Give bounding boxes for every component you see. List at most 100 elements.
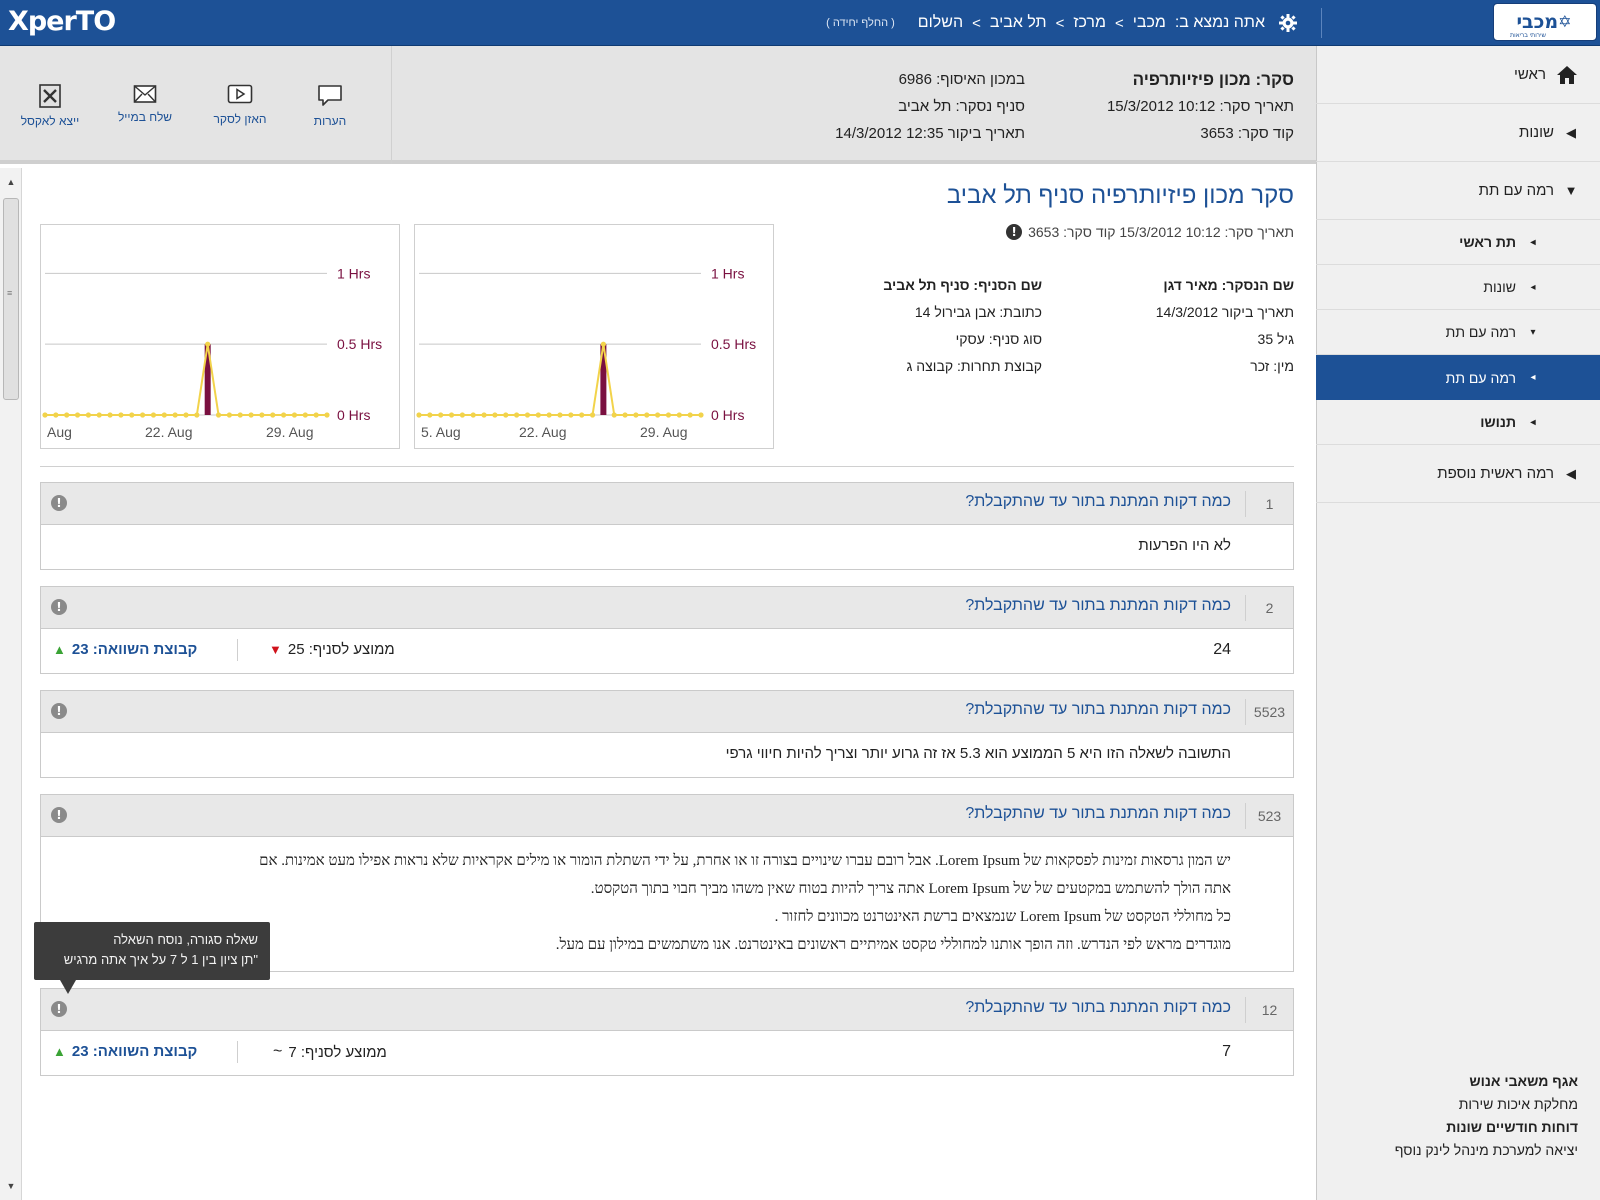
alert-icon[interactable]: ! <box>51 703 67 719</box>
data-point <box>438 412 444 418</box>
collection-point: במכון האיסוף: 6986 <box>898 71 1025 88</box>
tool-label: הערות <box>313 114 347 128</box>
sidebar-subitem-misc[interactable]: ◂ שונות <box>1316 265 1600 310</box>
scroll-up-arrow-icon[interactable]: ▲ <box>5 176 17 188</box>
data-point <box>481 412 487 418</box>
comparison-group[interactable]: קבוצת השוואה: 23 ▲ <box>53 641 197 658</box>
data-point <box>459 412 465 418</box>
sidebar-subitem-tenusho[interactable]: ◂ תנושו <box>1316 400 1600 445</box>
data-point <box>237 412 243 418</box>
sidebar-subitem-level-with-sub[interactable]: ▾ רמה עם תת <box>1316 310 1600 355</box>
question-answer: לא היו הפרעות <box>41 525 1293 569</box>
sidebar-item-additional-main[interactable]: ◀ רמה ראשית נוספת <box>1316 445 1600 503</box>
breadcrumb-prefix: אתה נמצא ב: <box>1174 14 1265 31</box>
main-content: סקר מכון פיזיותרפיה סניף תל אביב תאריך ס… <box>34 168 1294 1200</box>
info-icon[interactable]: ! <box>1006 224 1023 240</box>
series-line <box>419 344 701 416</box>
sidebar-item-label: רמה ראשית נוספת <box>1437 465 1554 482</box>
alert-icon[interactable]: ! <box>51 599 67 615</box>
data-point <box>291 412 298 418</box>
app-logo[interactable]: XperTO <box>8 5 116 39</box>
data-point <box>64 412 70 418</box>
alert-icon[interactable]: ! <box>51 495 67 511</box>
data-point <box>324 412 330 418</box>
export-excel-button[interactable]: ייצא לאקסל <box>5 84 95 128</box>
sidebar-item-label: שונות <box>1483 279 1516 295</box>
sidebar-footer: אגף משאבי אנוש מחלקת איכות שירות דוחות ח… <box>1338 1070 1578 1162</box>
question-number: 12 <box>1245 997 1293 1023</box>
question-card: 1 כמה דקות המתנת בתור עד שהתקבלת? ! לא ה… <box>40 482 1294 570</box>
data-point <box>259 412 265 418</box>
switch-unit-link[interactable]: ( החלף יחידה ) <box>826 17 895 29</box>
question-header[interactable]: 523 כמה דקות המתנת בתור עד שהתקבלת? ! <box>41 795 1293 837</box>
data-point <box>74 412 81 418</box>
brand-logo[interactable]: ✡ מכבי שירותי בריאות <box>1493 3 1597 41</box>
caret-left-icon: ◂ <box>1530 372 1536 383</box>
divider <box>40 466 1294 467</box>
data-point <box>53 412 59 418</box>
scroll-thumb[interactable]: ≡ <box>3 198 19 400</box>
sidebar-item-level-with-sub[interactable]: ▼ רמה עם תת <box>1316 162 1600 220</box>
breadcrumb-item[interactable]: תל אביב <box>990 14 1047 32</box>
sidebar-item-misc[interactable]: ◀ שונות <box>1316 104 1600 162</box>
alert-icon[interactable]: ! <box>51 1001 67 1017</box>
data-point <box>568 412 574 418</box>
breadcrumb-separator: > <box>1055 14 1065 32</box>
question-text[interactable]: כמה דקות המתנת בתור עד שהתקבלת? <box>965 805 1231 823</box>
surveyed-name: שם הנסקר: מאיר דגן <box>1163 277 1294 293</box>
data-point <box>665 412 672 418</box>
alert-icon[interactable]: ! <box>51 807 67 823</box>
chart-2: 0 Hrs 0.5 Hrs 1 Hrs 5. Aug 22. Aug 29. Aug <box>414 224 774 449</box>
sidebar-subitem-sub-main[interactable]: ◂ תת ראשי <box>1316 220 1600 265</box>
survey-subtitle-text: תאריך סקר: 10:12 15/3/2012 קוד סקר: 3653 <box>1028 224 1294 240</box>
answer-line: יש המון גרסאות זמינות לפסקאות של Lorem I… <box>259 853 1231 869</box>
data-point <box>524 412 531 418</box>
tooltip-line: "תן ציון בין 1 ל 7 על איך אתה מרגיש <box>63 952 258 967</box>
footer-link[interactable]: מחלקת איכות שירות <box>1338 1093 1578 1116</box>
breadcrumb-item[interactable]: מכבי <box>1133 14 1166 32</box>
question-header[interactable]: 5523 כמה דקות המתנת בתור עד שהתקבלת? ! <box>41 691 1293 733</box>
survey-subtitle: תאריך סקר: 10:12 15/3/2012 קוד סקר: 3653… <box>1006 224 1294 240</box>
data-point <box>535 412 541 418</box>
question-card: 12 כמה דקות המתנת בתור עד שהתקבלת? ! 7 מ… <box>40 988 1294 1076</box>
vertical-scrollbar[interactable]: ▲ ≡ ▼ <box>0 168 22 1200</box>
send-mail-button[interactable]: שלח במייל <box>100 84 190 124</box>
breadcrumb-item[interactable]: השלום <box>918 14 963 32</box>
question-number: 5523 <box>1245 699 1293 725</box>
answer-text: לא היו הפרעות <box>1138 537 1231 554</box>
question-header[interactable]: 12 כמה דקות המתנת בתור עד שהתקבלת? ! <box>41 989 1293 1031</box>
gear-icon[interactable] <box>1278 13 1298 33</box>
data-point <box>281 412 287 418</box>
question-number: 1 <box>1245 491 1293 517</box>
data-point <box>161 412 167 418</box>
sidebar: ראשי ◀ שונות ▼ רמה עם תת ◂ תת ראשי ◂ שונ… <box>1316 46 1600 1200</box>
sidebar-subitem-level-with-sub-active[interactable]: ◂ רמה עם תת <box>1316 355 1600 400</box>
question-text[interactable]: כמה דקות המתנת בתור עד שהתקבלת? <box>965 597 1231 615</box>
footer-link[interactable]: יציאה למערכת מינהל לינק נוסף <box>1338 1139 1578 1162</box>
data-point <box>129 412 135 418</box>
breadcrumb-item[interactable]: מרכז <box>1073 14 1106 32</box>
y-tick-label: 1 Hrs <box>711 265 744 281</box>
data-point <box>302 412 308 418</box>
footer-link[interactable]: דוחות חודשיים שונות <box>1338 1116 1578 1139</box>
comments-button[interactable]: הערות <box>285 84 375 128</box>
sidebar-item-home[interactable]: ראשי <box>1316 46 1600 104</box>
scroll-down-arrow-icon[interactable]: ▼ <box>5 1180 17 1192</box>
sidebar-item-label: רמה עם תת <box>1478 182 1554 199</box>
series-line <box>45 344 327 416</box>
question-text[interactable]: כמה דקות המתנת בתור עד שהתקבלת? <box>965 493 1231 511</box>
question-header[interactable]: 1 כמה דקות המתנת בתור עד שהתקבלת? ! <box>41 483 1293 525</box>
top-bar: XperTO אתה נמצא ב: מכבי > מרכז > תל אביב… <box>0 0 1600 46</box>
question-text[interactable]: כמה דקות המתנת בתור עד שהתקבלת? <box>965 701 1231 719</box>
question-header[interactable]: 2 כמה דקות המתנת בתור עד שהתקבלת? ! <box>41 587 1293 629</box>
top-divider <box>1321 8 1322 38</box>
header-meta-right: סקר: מכון פיזיותרפיה תאריך סקר: 10:12 15… <box>1107 66 1294 147</box>
data-point <box>248 412 254 418</box>
question-tooltip: שאלה סגורה, נוסח השאלה "תן ציון בין 1 ל … <box>34 922 270 994</box>
footer-link[interactable]: אגף משאבי אנוש <box>1338 1070 1578 1093</box>
data-point <box>622 412 628 418</box>
comparison-group[interactable]: קבוצת השוואה: 23 ▲ <box>53 1043 197 1060</box>
question-text[interactable]: כמה דקות המתנת בתור עד שהתקבלת? <box>965 999 1231 1017</box>
listen-survey-button[interactable]: האזן לסקר <box>195 84 285 126</box>
data-point <box>687 412 693 418</box>
